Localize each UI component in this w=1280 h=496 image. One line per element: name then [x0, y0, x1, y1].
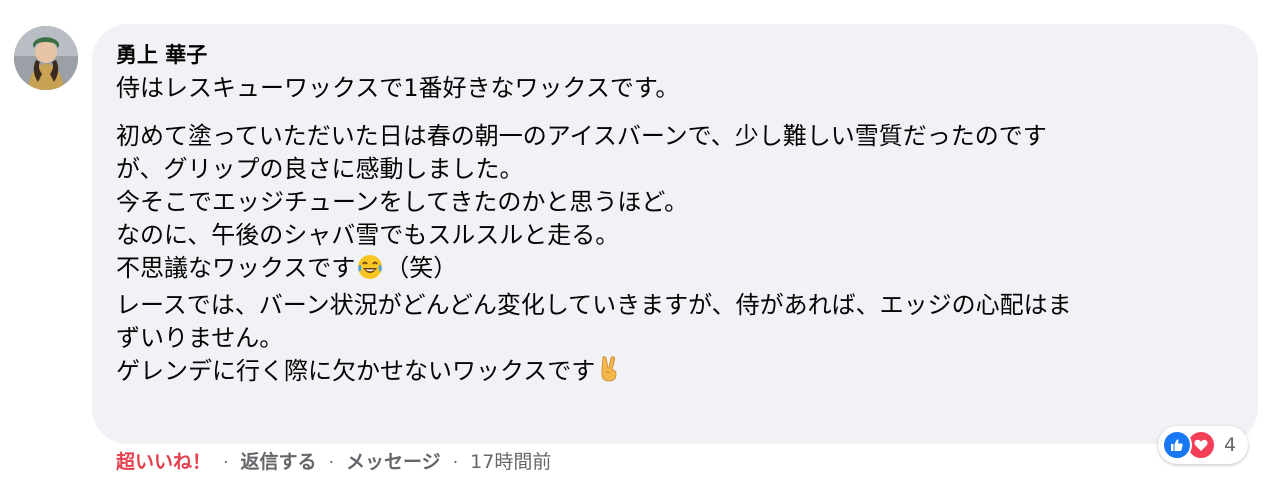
- reaction-count: 4: [1224, 434, 1237, 456]
- comment-line: が、グリップの良さに感動しました。: [116, 155, 524, 183]
- comment-line: レースでは、バーン状況がどんどん変化していきますが、侍があれば、エッジの心配はま: [116, 291, 1072, 319]
- comment-line: ゲレンデに行く際に欠かせないワックスです: [116, 355, 1234, 392]
- avatar-photo: [14, 26, 78, 90]
- like-icon: [1162, 430, 1192, 460]
- reactions-summary[interactable]: 4: [1158, 426, 1249, 464]
- comment-text: ゲレンデに行く際に欠かせないワックスです: [116, 357, 596, 385]
- reply-button[interactable]: 返信する: [241, 451, 317, 473]
- comment-line: 今そこでエッジチューンをしてきたのかと思うほど。: [116, 188, 689, 216]
- message-button[interactable]: メッセージ: [346, 451, 441, 473]
- victory-hand-emoji: [597, 355, 621, 392]
- separator: ·: [328, 453, 334, 473]
- comment-body: 侍はレスキューワックスで1番好きなワックスです。 初めて塗っていただいた日は春の…: [116, 72, 1234, 392]
- timestamp[interactable]: 17時間前: [470, 451, 551, 473]
- comment-line: ずいりません。: [116, 324, 284, 352]
- separator: ·: [223, 453, 229, 473]
- laughing-tears-emoji: [357, 254, 383, 289]
- comment-line: 不思議なワックスです （笑）: [116, 252, 1234, 289]
- like-button[interactable]: 超いいね！: [116, 451, 211, 473]
- separator: ·: [452, 453, 459, 473]
- comment-line: 初めて塗っていただいた日は春の朝一のアイスバーンで、少し難しい雪質だったのです: [116, 122, 1047, 150]
- comment-line: 侍はレスキューワックスで1番好きなワックスです。: [116, 74, 680, 102]
- comment-text: 不思議なワックスです: [116, 254, 356, 282]
- comment-actions: 超いいね！ · 返信する · メッセージ · 17時間前: [116, 448, 551, 477]
- comment-line: なのに、午後のシャバ雪でもスルスルと走る。: [116, 221, 620, 249]
- comment-text: （笑）: [385, 254, 458, 282]
- avatar[interactable]: [14, 26, 78, 90]
- author-name[interactable]: 勇上 華子: [116, 40, 1234, 70]
- comment-bubble: 勇上 華子 侍はレスキューワックスで1番好きなワックスです。 初めて塗っていただ…: [92, 24, 1258, 444]
